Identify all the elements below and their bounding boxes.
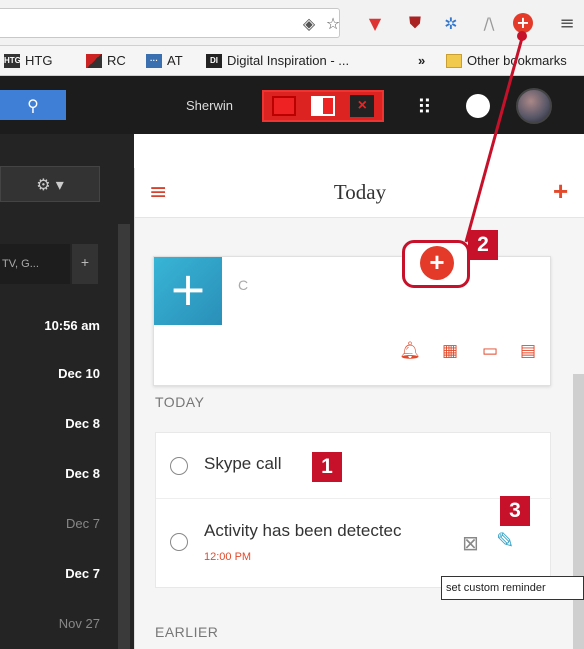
reminder-tooltip: set custom reminder bbox=[441, 576, 584, 600]
left-item-label[interactable]: TV, G... bbox=[0, 244, 70, 284]
other-bookmarks[interactable]: Other bookmarks bbox=[446, 53, 567, 68]
left-date: Dec 8 bbox=[65, 416, 100, 431]
di-favicon-icon: DI bbox=[206, 53, 222, 68]
bell-reminder-icon[interactable]: 🔔︎ bbox=[398, 341, 422, 365]
callout-badge-2: 2 bbox=[468, 230, 498, 260]
quick-add-button[interactable]: + bbox=[420, 246, 454, 280]
task-row[interactable]: Skype call bbox=[156, 433, 552, 499]
folder-icon bbox=[446, 53, 462, 68]
task-checkbox[interactable] bbox=[170, 457, 188, 475]
task-time: 12:00 PM bbox=[204, 551, 252, 563]
left-scrollbar[interactable] bbox=[118, 224, 130, 649]
apps-grid-icon[interactable]: ⠿ bbox=[417, 95, 432, 119]
app-header: ⚲ Sherwin × ⠿ bbox=[0, 76, 584, 134]
bookmark-label: RC bbox=[107, 53, 126, 68]
dismiss-reminder-icon[interactable]: ⊠ bbox=[462, 531, 479, 555]
avatar[interactable] bbox=[516, 88, 552, 124]
network-extension-icon[interactable]: ✲ bbox=[440, 12, 462, 34]
section-today-label: TODAY bbox=[155, 394, 205, 410]
add-task-icon[interactable]: + bbox=[553, 176, 568, 207]
todoist-extension-icon[interactable]: + bbox=[512, 12, 534, 34]
chrome-menu-icon[interactable]: ≡ bbox=[556, 12, 578, 34]
left-date: Nov 27 bbox=[58, 616, 100, 631]
pocket-icon[interactable]: ▼ bbox=[364, 12, 386, 34]
bookmarks-bar: HTG HTG RC ··· AT DI Digital Inspiration… bbox=[0, 46, 584, 76]
new-task-input[interactable] bbox=[238, 277, 518, 293]
bookmark-htg[interactable]: HTG HTG bbox=[4, 53, 52, 68]
section-earlier-label: EARLIER bbox=[155, 624, 219, 640]
bookmark-label: HTG bbox=[25, 53, 53, 68]
folder-project-icon[interactable]: ▭ bbox=[478, 341, 502, 365]
left-add-button[interactable]: + bbox=[72, 244, 98, 284]
panel-title: Today bbox=[333, 180, 387, 204]
htg-favicon-icon: HTG bbox=[4, 53, 21, 68]
task-list: Skype call Activity has been detectec 12… bbox=[155, 432, 552, 588]
left-date: Dec 7 bbox=[66, 516, 100, 531]
custom-reminder-icon[interactable]: ✎ bbox=[496, 529, 514, 554]
split-mode-button[interactable] bbox=[310, 96, 335, 116]
full-mode-button[interactable] bbox=[271, 96, 296, 116]
other-bookmarks-label: Other bookmarks bbox=[467, 53, 567, 68]
address-bar[interactable] bbox=[0, 8, 340, 38]
new-task-plus-button[interactable]: + bbox=[154, 257, 222, 325]
panel-scrollbar[interactable] bbox=[573, 374, 584, 649]
gear-icon: ⚙ ▾ bbox=[36, 174, 64, 194]
star-bookmark-icon[interactable]: ☆ bbox=[322, 12, 344, 34]
bookmark-label: Digital Inspiration - ... bbox=[227, 53, 350, 68]
settings-gear-button[interactable]: ⚙ ▾ bbox=[0, 166, 100, 202]
left-date: Dec 7 bbox=[65, 566, 100, 581]
left-column: ⚙ ▾ TV, G... + 10:56 am Dec 10 Dec 8 Dec… bbox=[0, 134, 134, 649]
callout-badge-1: 1 bbox=[312, 452, 342, 482]
at-favicon-icon: ··· bbox=[146, 53, 162, 68]
callout-badge-3: 3 bbox=[500, 496, 530, 526]
note-icon[interactable]: ▤ bbox=[516, 341, 540, 365]
overflow-chevron: » bbox=[418, 53, 426, 68]
ublock-icon[interactable]: ⛊ bbox=[404, 12, 426, 34]
ghost-extension-icon[interactable]: /\ bbox=[478, 12, 500, 34]
new-task-card: + 🔔︎ ▦ ▭ ▤ bbox=[153, 256, 551, 386]
task-text: Skype call bbox=[204, 454, 282, 473]
bookmark-label: AT bbox=[167, 53, 183, 68]
panel-header: ≡ Today + bbox=[135, 168, 584, 218]
calendar-icon[interactable]: ▦ bbox=[438, 341, 462, 365]
bookmark-digital-inspiration[interactable]: DI Digital Inspiration - ... bbox=[206, 53, 349, 68]
left-time: 10:56 am bbox=[44, 318, 100, 333]
browser-toolbar: ◈ ☆ ▼ ⛊ ✲ /\ + ≡ bbox=[0, 0, 584, 46]
eye-extension-icon[interactable]: ◈ bbox=[298, 12, 320, 34]
left-date: Dec 8 bbox=[65, 466, 100, 481]
close-mode-button[interactable]: × bbox=[350, 95, 375, 117]
search-icon: ⚲ bbox=[27, 95, 39, 115]
bookmark-at[interactable]: ··· AT bbox=[146, 53, 183, 68]
account-circle-icon[interactable] bbox=[466, 94, 490, 118]
task-text: Activity has been detectec bbox=[204, 521, 402, 540]
view-mode-switcher: × bbox=[262, 90, 384, 122]
left-date: Dec 10 bbox=[58, 366, 100, 381]
rc-favicon-icon bbox=[86, 53, 102, 68]
task-checkbox[interactable] bbox=[170, 533, 188, 551]
username: Sherwin bbox=[186, 98, 233, 113]
search-button[interactable]: ⚲ bbox=[0, 90, 66, 120]
bookmarks-overflow[interactable]: » bbox=[418, 53, 425, 68]
bookmark-rc[interactable]: RC bbox=[86, 53, 126, 68]
